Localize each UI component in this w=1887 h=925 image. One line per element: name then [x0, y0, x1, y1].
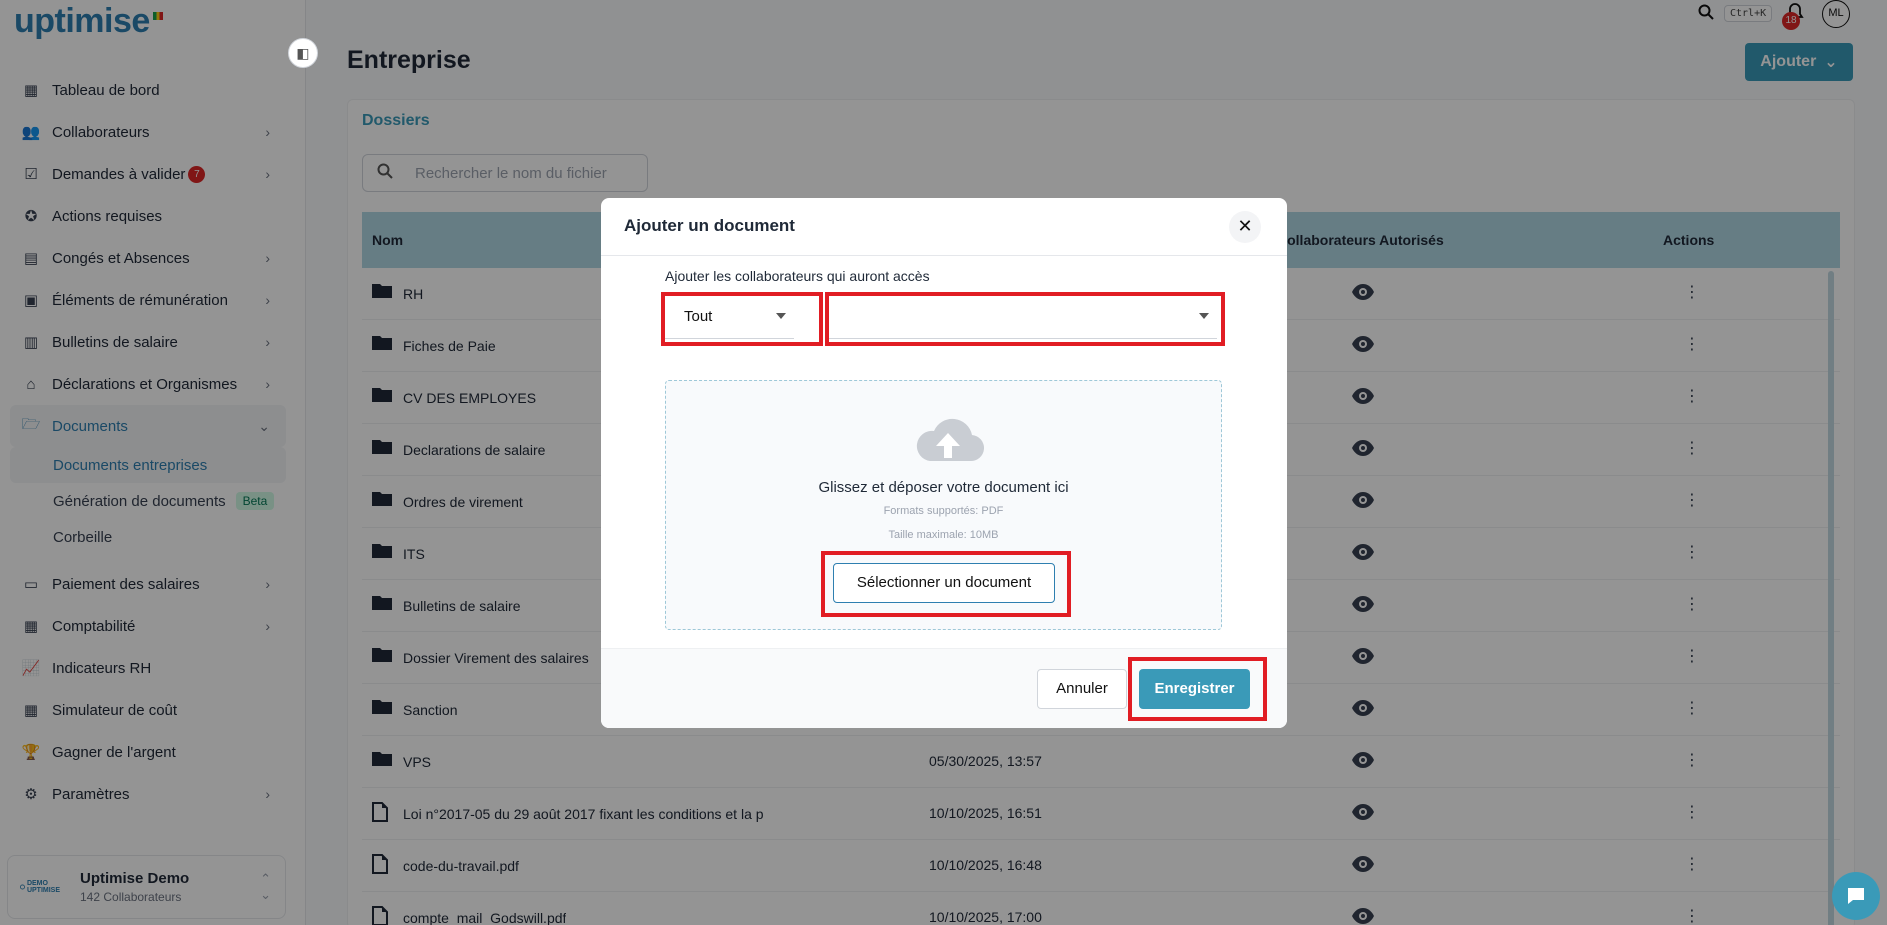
dialog-header: Ajouter un document ✕: [601, 198, 1287, 256]
dropzone-title: Glissez et déposer votre document ici: [818, 479, 1069, 496]
highlight-scope-select: [661, 292, 823, 346]
close-icon[interactable]: ✕: [1229, 211, 1261, 243]
cancel-button[interactable]: Annuler: [1037, 669, 1127, 709]
highlight-select-document: [821, 551, 1071, 617]
add-document-dialog: Ajouter un document ✕ Ajouter les collab…: [601, 198, 1287, 728]
chat-icon[interactable]: [1832, 872, 1880, 920]
sidebar-collapse-icon[interactable]: ◧: [288, 38, 318, 68]
highlight-save-button: [1128, 657, 1267, 721]
file-dropzone[interactable]: Glissez et déposer votre document ici Fo…: [665, 380, 1222, 630]
dropzone-formats: Formats supportés: PDF: [883, 505, 1004, 517]
dialog-title: Ajouter un document: [624, 216, 795, 235]
highlight-collaborators-select: [825, 292, 1225, 346]
access-label: Ajouter les collaborateurs qui auront ac…: [665, 268, 930, 284]
dialog-footer: Annuler Enregistrer: [601, 648, 1287, 728]
dropzone-max-size: Taille maximale: 10MB: [888, 529, 999, 541]
cloud-upload-icon: [916, 418, 984, 462]
